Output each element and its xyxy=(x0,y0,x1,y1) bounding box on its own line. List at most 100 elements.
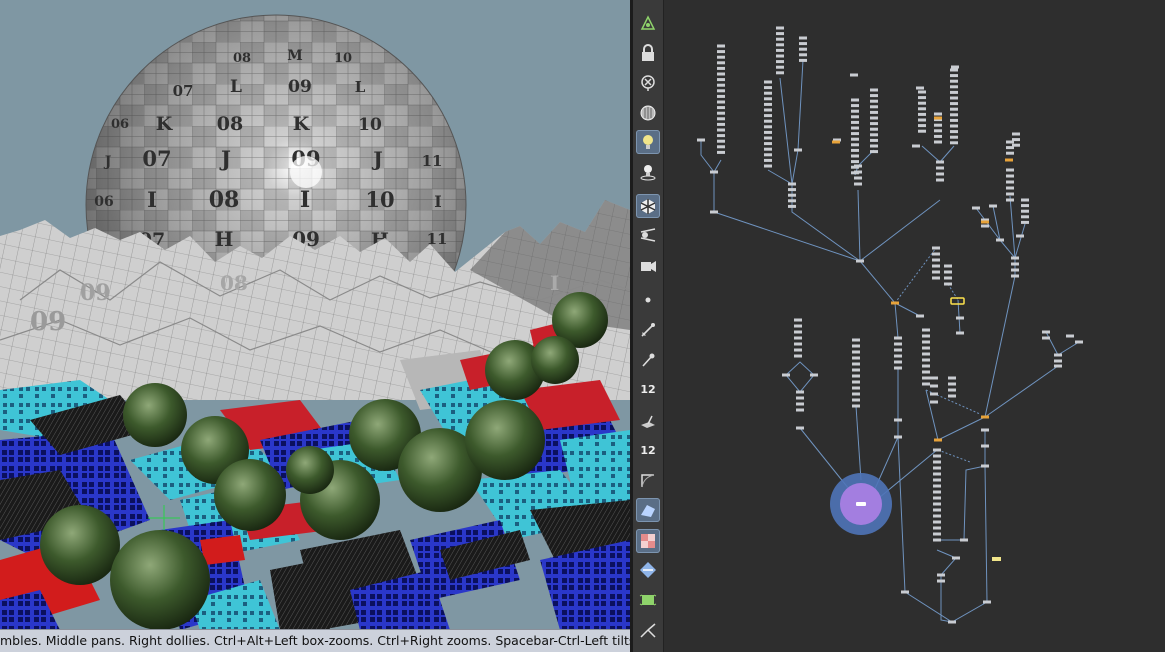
graph-node[interactable] xyxy=(852,368,860,372)
graph-node[interactable] xyxy=(851,160,859,164)
graph-node[interactable] xyxy=(717,111,725,115)
graph-node[interactable] xyxy=(854,182,862,186)
graph-node[interactable] xyxy=(717,117,725,121)
graph-node[interactable] xyxy=(717,134,725,138)
graph-node[interactable] xyxy=(852,386,860,390)
network-editor[interactable] xyxy=(664,0,1165,652)
graph-node[interactable] xyxy=(918,129,926,133)
graph-node[interactable] xyxy=(870,122,878,126)
primitive-numbers-button[interactable]: 12 xyxy=(636,438,660,462)
graph-node[interactable] xyxy=(1006,192,1014,196)
graph-node[interactable] xyxy=(936,178,944,182)
geometry-view-button[interactable] xyxy=(636,11,660,35)
graph-node[interactable] xyxy=(717,66,725,70)
graph-node[interactable] xyxy=(1075,340,1083,344)
template-button[interactable] xyxy=(636,588,660,612)
graph-node[interactable] xyxy=(851,120,859,124)
graph-node[interactable] xyxy=(851,104,859,108)
graph-node[interactable] xyxy=(794,342,802,346)
graph-node[interactable] xyxy=(1006,198,1014,202)
graph-node[interactable] xyxy=(918,96,926,100)
graph-node[interactable] xyxy=(933,490,941,494)
vertex-normal-button[interactable] xyxy=(636,348,660,372)
graph-node[interactable] xyxy=(776,60,784,64)
graph-node[interactable] xyxy=(918,112,926,116)
graph-node[interactable] xyxy=(810,373,818,377)
graph-node[interactable] xyxy=(918,90,926,94)
snap-button[interactable] xyxy=(636,558,660,582)
graph-node[interactable] xyxy=(960,538,968,542)
delete-camera-button[interactable] xyxy=(636,71,660,95)
graph-node[interactable] xyxy=(799,36,807,40)
graph-node[interactable] xyxy=(852,350,860,354)
point-display-button[interactable] xyxy=(636,288,660,312)
graph-node[interactable] xyxy=(1021,209,1029,213)
graph-node[interactable] xyxy=(799,58,807,62)
graph-node[interactable] xyxy=(852,356,860,360)
graph-node[interactable] xyxy=(948,388,956,392)
graph-node[interactable] xyxy=(851,148,859,152)
graph-node[interactable] xyxy=(1011,268,1019,272)
graph-node[interactable] xyxy=(934,112,942,116)
graph-node[interactable] xyxy=(950,79,958,83)
graph-node[interactable] xyxy=(870,150,878,154)
graph-node[interactable] xyxy=(933,472,941,476)
graph-node[interactable] xyxy=(952,556,960,560)
graph-node[interactable] xyxy=(764,153,772,157)
graph-node[interactable] xyxy=(922,370,930,374)
shading-mode-button[interactable] xyxy=(636,194,660,218)
graph-node[interactable] xyxy=(832,140,840,144)
graph-node[interactable] xyxy=(983,600,991,604)
graph-node[interactable] xyxy=(933,520,941,524)
graph-node[interactable] xyxy=(794,354,802,358)
graph-node[interactable] xyxy=(922,328,930,332)
graph-node[interactable] xyxy=(764,91,772,95)
graph-node[interactable] xyxy=(933,454,941,458)
headlight-button[interactable] xyxy=(636,130,660,154)
graph-node[interactable] xyxy=(951,65,959,69)
graph-node[interactable] xyxy=(922,334,930,338)
graph-node[interactable] xyxy=(950,113,958,117)
ghost-shading-button[interactable] xyxy=(636,101,660,125)
graph-node[interactable] xyxy=(981,428,989,432)
camera-view-button[interactable] xyxy=(636,223,660,247)
graph-node[interactable] xyxy=(1054,364,1062,368)
graph-node[interactable] xyxy=(932,246,940,250)
graph-node[interactable] xyxy=(933,526,941,530)
uv-display-button[interactable] xyxy=(636,498,660,522)
graph-node[interactable] xyxy=(776,37,784,41)
graph-node[interactable] xyxy=(950,68,958,72)
graph-node[interactable] xyxy=(937,573,945,577)
graph-node[interactable] xyxy=(870,116,878,120)
graph-node[interactable] xyxy=(916,314,924,318)
graph-node[interactable] xyxy=(851,137,859,141)
graph-node[interactable] xyxy=(851,115,859,119)
graph-node[interactable] xyxy=(764,125,772,129)
graph-node[interactable] xyxy=(852,362,860,366)
graph-node[interactable] xyxy=(922,352,930,356)
graph-node[interactable] xyxy=(851,154,859,158)
graph-node[interactable] xyxy=(782,373,790,377)
graph-node[interactable] xyxy=(922,382,930,386)
graph-node[interactable] xyxy=(933,466,941,470)
graph-node[interactable] xyxy=(936,172,944,176)
graph-node[interactable] xyxy=(918,118,926,122)
graph-node[interactable] xyxy=(1011,262,1019,266)
graph-node[interactable] xyxy=(930,392,938,396)
graph-node[interactable] xyxy=(717,61,725,65)
lock-camera-button[interactable] xyxy=(636,41,660,65)
graph-node[interactable] xyxy=(1011,256,1019,260)
graph-node[interactable] xyxy=(851,98,859,102)
graph-node[interactable] xyxy=(710,170,718,174)
graph-node[interactable] xyxy=(717,100,725,104)
graph-node[interactable] xyxy=(1042,336,1050,340)
graph-node[interactable] xyxy=(933,538,941,542)
graph-node[interactable] xyxy=(937,579,945,583)
graph-node[interactable] xyxy=(764,164,772,168)
scene-viewport[interactable]: 07 L 09 L 08 M 10 06 K 08 K 10 J 07 J 09… xyxy=(0,0,630,652)
graph-node[interactable] xyxy=(870,105,878,109)
graph-node[interactable] xyxy=(851,126,859,130)
graph-node[interactable] xyxy=(933,460,941,464)
graph-node[interactable] xyxy=(1011,274,1019,278)
graph-node[interactable] xyxy=(717,150,725,154)
